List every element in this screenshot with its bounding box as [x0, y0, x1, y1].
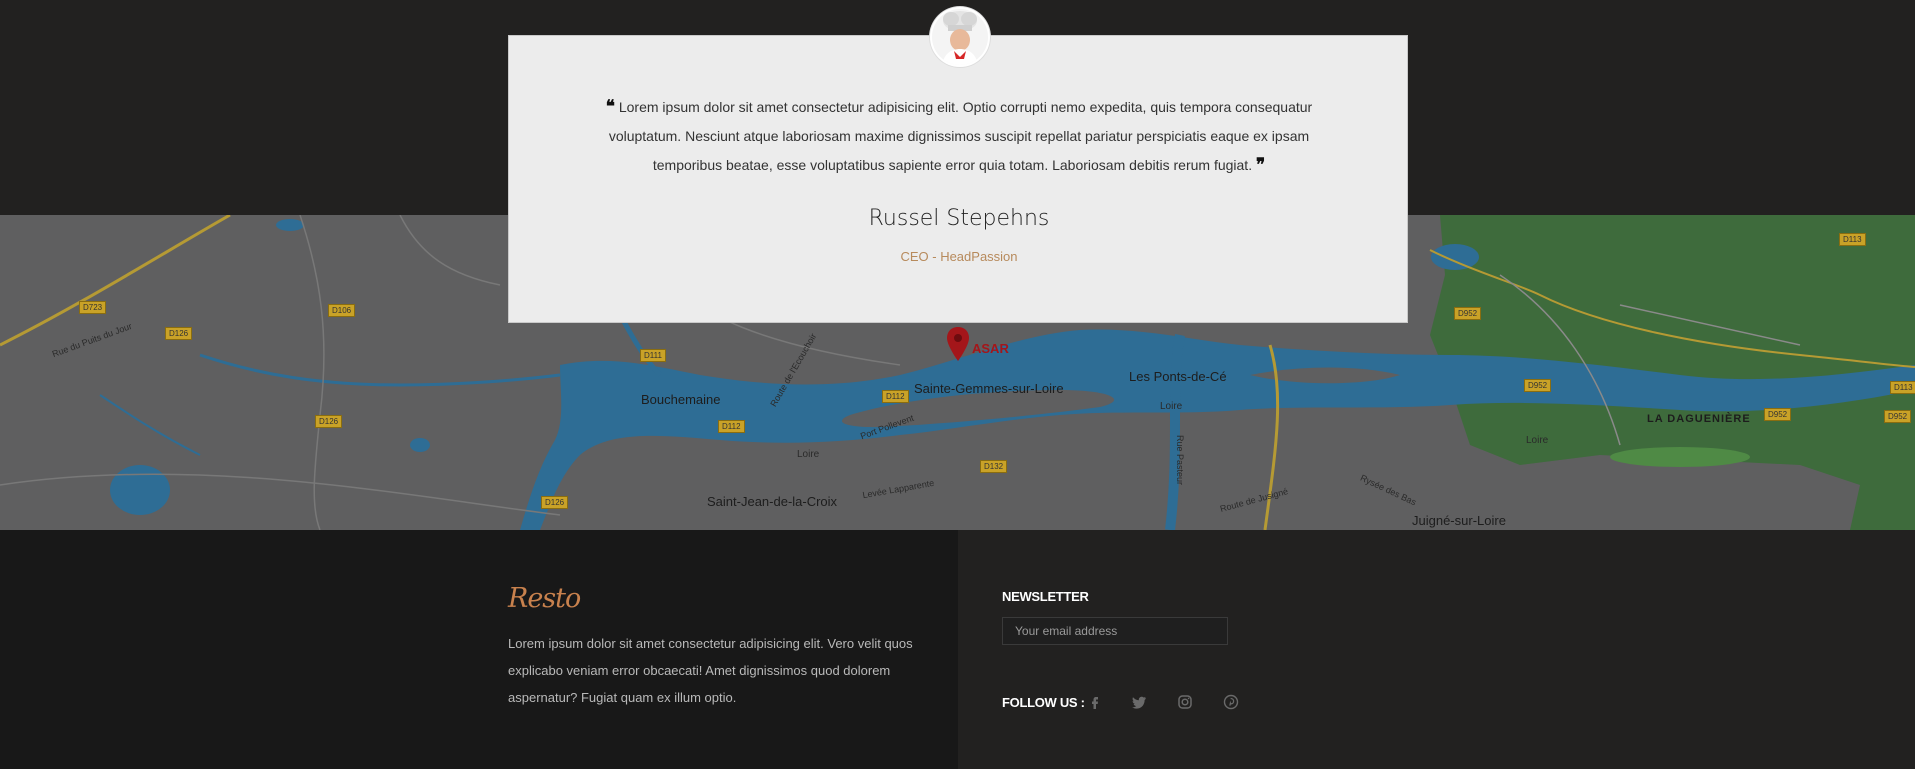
map-place-label: LA DAGUENIÈRE	[1647, 413, 1751, 425]
map-marker-icon[interactable]	[947, 327, 969, 361]
twitter-icon[interactable]	[1131, 694, 1147, 710]
close-quote-icon: ❞	[1255, 155, 1266, 175]
footer-brand-logo[interactable]: Resto	[508, 583, 581, 614]
road-number-badge: D113	[1839, 233, 1866, 246]
map-place-label: Sainte-Gemmes-sur-Loire	[914, 381, 1064, 396]
river-label: Loire	[797, 449, 820, 460]
road-number-badge: D952	[1884, 410, 1912, 423]
map-place-label: Les Ponts-de-Cé	[1129, 369, 1227, 384]
footer-about-text: Lorem ipsum dolor sit amet consectetur a…	[508, 636, 913, 705]
river-label: Loire	[1160, 401, 1183, 412]
road-number-badge: D112	[718, 420, 745, 433]
footer-newsletter-panel	[958, 530, 1915, 769]
road-number-badge: D952	[1524, 379, 1552, 392]
testimonial-author-name: Russel Stepehns	[868, 206, 1050, 231]
pinterest-icon[interactable]	[1223, 694, 1239, 710]
open-quote-icon: ❝	[605, 97, 615, 117]
street-label: Rue Pasteur	[1175, 434, 1186, 486]
river-label: Loire	[1526, 435, 1549, 446]
testimonial-quote: ❝ Lorem ipsum dolor sit amet consectetur…	[599, 93, 1319, 180]
facebook-icon[interactable]	[1087, 694, 1103, 710]
road-number-badge: D132	[980, 460, 1008, 473]
road-number-badge: D113	[1890, 381, 1915, 394]
avatar	[930, 7, 990, 67]
newsletter-title: NEWSLETTER	[1002, 589, 1089, 604]
road-number-badge: D723	[79, 301, 107, 314]
road-number-badge: D952	[1454, 307, 1482, 320]
map-marker-label: ASAR	[972, 341, 1009, 356]
road-number-badge: D126	[541, 496, 569, 509]
road-number-badge: D111	[640, 349, 666, 362]
map-place-label: Juigné-sur-Loire	[1412, 513, 1506, 528]
chef-avatar-icon	[932, 9, 988, 65]
testimonial-card: ❝ Lorem ipsum dolor sit amet consectetur…	[508, 35, 1408, 323]
testimonial-quote-text: Lorem ipsum dolor sit amet consectetur a…	[608, 99, 1313, 173]
newsletter-email-input[interactable]	[1002, 617, 1228, 645]
road-number-badge: D106	[328, 304, 356, 317]
map-place-label: Saint-Jean-de-la-Croix	[707, 494, 838, 509]
road-number-badge: D112	[882, 390, 909, 403]
road-number-badge: D126	[165, 327, 193, 340]
instagram-icon[interactable]	[1177, 694, 1193, 710]
road-number-badge: D952	[1764, 408, 1792, 421]
testimonial-author-role: CEO - HeadPassion	[900, 249, 1018, 264]
road-number-badge: D126	[315, 415, 343, 428]
follow-us-label: FOLLOW US :	[1002, 695, 1085, 710]
map-place-label: Bouchemaine	[641, 392, 721, 407]
